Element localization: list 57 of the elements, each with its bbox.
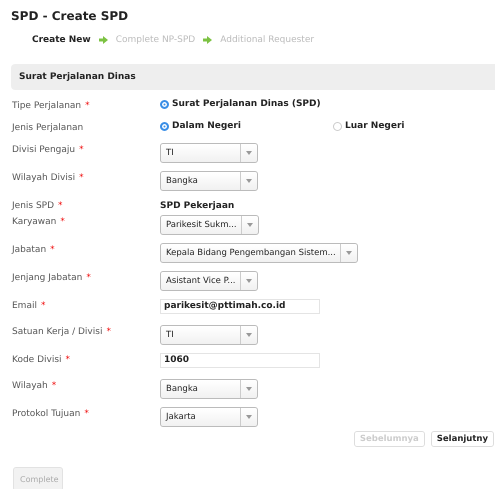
field-label: Protokol Tujuan * (12, 408, 90, 419)
field-label: Divisi Pengaju * (12, 144, 85, 155)
required-asterisk: * (79, 173, 84, 183)
input-field[interactable]: parikesit@pttimah.co.id (160, 299, 320, 314)
required-asterisk: * (79, 145, 84, 155)
dropdown[interactable]: Asistant Vice P... (160, 271, 258, 291)
field-label: Wilayah * (12, 380, 58, 391)
required-asterisk: * (84, 409, 89, 419)
required-asterisk: * (106, 327, 111, 337)
field-label: Jenis Perjalanan (12, 122, 84, 133)
caret-icon (246, 333, 252, 337)
caret-icon (246, 151, 252, 155)
dropdown[interactable]: TI (160, 143, 258, 163)
required-asterisk: * (86, 273, 91, 283)
arrow-icon (98, 36, 108, 44)
dropdown[interactable]: Kepala Bidang Pengembangan Sistem... (160, 243, 358, 263)
dropdown[interactable]: Bangka (160, 171, 258, 191)
field-label: Jabatan * (12, 244, 56, 255)
page-title: SPD - Create SPD (11, 9, 128, 23)
field-label: Karyawan * (12, 216, 66, 227)
radio-button[interactable] (160, 122, 169, 130)
required-asterisk: * (52, 381, 56, 391)
field-label: Jenis SPD * (12, 200, 64, 211)
caret-icon (246, 179, 252, 183)
caret-icon (246, 223, 253, 227)
radio-option[interactable]: Luar Negeri (333, 121, 404, 131)
required-asterisk: * (85, 101, 90, 111)
nav-button[interactable]: Selanjutny (430, 431, 494, 447)
field-label: Email * (12, 300, 46, 311)
dropdown[interactable]: Jakarta (160, 407, 258, 427)
dropdown[interactable]: Parikesit Sukm... (160, 215, 259, 235)
required-asterisk: * (66, 355, 70, 365)
dropdown[interactable]: TI (160, 325, 258, 345)
arrow-icon (203, 36, 212, 44)
input-field[interactable]: 1060 (160, 353, 320, 368)
caret-icon (246, 387, 252, 391)
field-value: SPD Pekerjaan (160, 200, 234, 211)
radio-label: Dalam Negeri (172, 121, 241, 131)
field-label: Kode Divisi * (12, 354, 72, 365)
wizard-step[interactable]: Create New (32, 35, 91, 45)
radio-button[interactable] (333, 122, 342, 130)
caret-icon (246, 279, 252, 283)
field-label: Wilayah Divisi * (12, 172, 85, 183)
radio-label: Luar Negeri (345, 121, 404, 131)
caret-icon (346, 251, 352, 255)
required-asterisk: * (40, 301, 46, 311)
radio-option[interactable]: Dalam Negeri (160, 121, 271, 131)
required-asterisk: * (50, 245, 55, 255)
radio-button[interactable] (160, 100, 169, 108)
field-label: Satuan Kerja / Divisi * (12, 326, 112, 337)
field-label: Jenjang Jabatan * (12, 272, 92, 283)
dropdown[interactable]: Bangka (160, 379, 258, 399)
required-asterisk: * (60, 217, 65, 227)
section-header: Surat Perjalanan Dinas (11, 64, 495, 90)
required-asterisk: * (58, 201, 63, 211)
caret-icon (246, 415, 252, 419)
field-label: Tipe Perjalanan * (12, 100, 91, 111)
